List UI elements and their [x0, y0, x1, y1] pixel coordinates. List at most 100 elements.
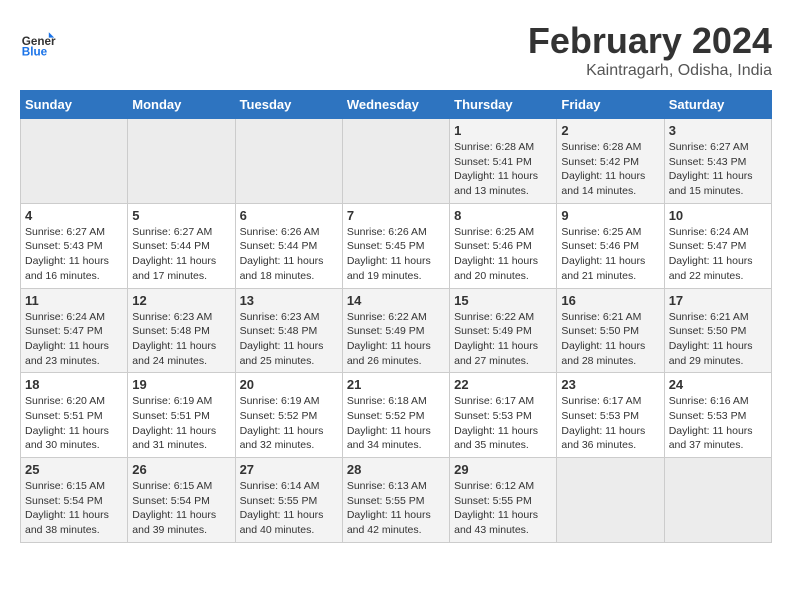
calendar-cell: 5 Sunrise: 6:27 AMSunset: 5:44 PMDaylight…: [128, 203, 235, 288]
cell-info: Sunrise: 6:19 AMSunset: 5:52 PMDaylight:…: [240, 394, 338, 453]
cell-info: Sunrise: 6:17 AMSunset: 5:53 PMDaylight:…: [561, 394, 659, 453]
day-number: 20: [240, 377, 338, 392]
cell-info: Sunrise: 6:20 AMSunset: 5:51 PMDaylight:…: [25, 394, 123, 453]
calendar-cell: 2 Sunrise: 6:28 AMSunset: 5:42 PMDaylight…: [557, 119, 664, 204]
cell-info: Sunrise: 6:23 AMSunset: 5:48 PMDaylight:…: [132, 310, 230, 369]
title-area: February 2024 Kaintragarh, Odisha, India: [528, 20, 772, 80]
calendar-cell: 15Sunrise: 6:22 AMSunset: 5:49 PMDayligh…: [450, 288, 557, 373]
cell-info: Sunrise: 6:23 AMSunset: 5:48 PMDaylight:…: [240, 310, 338, 369]
cell-info: Sunrise: 6:24 AMSunset: 5:47 PMDaylight:…: [25, 310, 123, 369]
day-number: 9: [561, 208, 659, 223]
cell-info: Sunrise: 6:16 AMSunset: 5:53 PMDaylight:…: [669, 394, 767, 453]
day-number: 22: [454, 377, 552, 392]
day-number: 2: [561, 123, 659, 138]
calendar-week-row: 18 Sunrise: 6:20 AMSunset: 5:51 PMDayligh…: [21, 373, 772, 458]
calendar-cell: 28Sunrise: 6:13 AMSunset: 5:55 PMDayligh…: [342, 458, 449, 543]
calendar-cell: [128, 119, 235, 204]
calendar-cell: 14Sunrise: 6:22 AMSunset: 5:49 PMDayligh…: [342, 288, 449, 373]
cell-info: Sunrise: 6:15 AMSunset: 5:54 PMDaylight:…: [25, 479, 123, 538]
cell-info: Sunrise: 6:21 AMSunset: 5:50 PMDaylight:…: [561, 310, 659, 369]
calendar-cell: 20 Sunrise: 6:19 AMSunset: 5:52 PMDayligh…: [235, 373, 342, 458]
calendar-week-row: 11 Sunrise: 6:24 AMSunset: 5:47 PMDayligh…: [21, 288, 772, 373]
day-number: 28: [347, 462, 445, 477]
logo-icon: General Blue: [20, 25, 56, 61]
calendar-header-row: SundayMondayTuesdayWednesdayThursdayFrid…: [21, 91, 772, 119]
cell-info: Sunrise: 6:28 AMSunset: 5:42 PMDaylight:…: [561, 140, 659, 199]
calendar-cell: 6 Sunrise: 6:26 AMSunset: 5:44 PMDaylight…: [235, 203, 342, 288]
day-number: 17: [669, 293, 767, 308]
calendar-cell: 16 Sunrise: 6:21 AMSunset: 5:50 PMDayligh…: [557, 288, 664, 373]
calendar-cell: 26 Sunrise: 6:15 AMSunset: 5:54 PMDayligh…: [128, 458, 235, 543]
cell-info: Sunrise: 6:21 AMSunset: 5:50 PMDaylight:…: [669, 310, 767, 369]
column-header-friday: Friday: [557, 91, 664, 119]
month-title: February 2024: [528, 20, 772, 62]
calendar-cell: 23 Sunrise: 6:17 AMSunset: 5:53 PMDayligh…: [557, 373, 664, 458]
day-number: 6: [240, 208, 338, 223]
calendar-cell: [557, 458, 664, 543]
day-number: 26: [132, 462, 230, 477]
calendar-cell: 1Sunrise: 6:28 AMSunset: 5:41 PMDaylight…: [450, 119, 557, 204]
day-number: 27: [240, 462, 338, 477]
day-number: 21: [347, 377, 445, 392]
calendar-cell: 22 Sunrise: 6:17 AMSunset: 5:53 PMDayligh…: [450, 373, 557, 458]
calendar-cell: 19Sunrise: 6:19 AMSunset: 5:51 PMDayligh…: [128, 373, 235, 458]
day-number: 25: [25, 462, 123, 477]
cell-info: Sunrise: 6:27 AMSunset: 5:43 PMDaylight:…: [25, 225, 123, 284]
column-header-tuesday: Tuesday: [235, 91, 342, 119]
day-number: 16: [561, 293, 659, 308]
calendar-week-row: 4 Sunrise: 6:27 AMSunset: 5:43 PMDaylight…: [21, 203, 772, 288]
calendar-table: SundayMondayTuesdayWednesdayThursdayFrid…: [20, 90, 772, 543]
column-header-saturday: Saturday: [664, 91, 771, 119]
calendar-cell: 11 Sunrise: 6:24 AMSunset: 5:47 PMDayligh…: [21, 288, 128, 373]
calendar-cell: 3Sunrise: 6:27 AMSunset: 5:43 PMDaylight…: [664, 119, 771, 204]
calendar-cell: 29Sunrise: 6:12 AMSunset: 5:55 PMDayligh…: [450, 458, 557, 543]
day-number: 3: [669, 123, 767, 138]
cell-info: Sunrise: 6:22 AMSunset: 5:49 PMDaylight:…: [454, 310, 552, 369]
calendar-cell: 27 Sunrise: 6:14 AMSunset: 5:55 PMDayligh…: [235, 458, 342, 543]
cell-info: Sunrise: 6:14 AMSunset: 5:55 PMDaylight:…: [240, 479, 338, 538]
calendar-cell: [664, 458, 771, 543]
day-number: 4: [25, 208, 123, 223]
calendar-cell: [342, 119, 449, 204]
calendar-cell: [235, 119, 342, 204]
column-header-monday: Monday: [128, 91, 235, 119]
calendar-cell: 8 Sunrise: 6:25 AMSunset: 5:46 PMDaylight…: [450, 203, 557, 288]
day-number: 5: [132, 208, 230, 223]
day-number: 8: [454, 208, 552, 223]
cell-info: Sunrise: 6:25 AMSunset: 5:46 PMDaylight:…: [561, 225, 659, 284]
day-number: 11: [25, 293, 123, 308]
svg-text:Blue: Blue: [22, 46, 48, 59]
cell-info: Sunrise: 6:17 AMSunset: 5:53 PMDaylight:…: [454, 394, 552, 453]
calendar-cell: 24 Sunrise: 6:16 AMSunset: 5:53 PMDayligh…: [664, 373, 771, 458]
calendar-cell: 25 Sunrise: 6:15 AMSunset: 5:54 PMDayligh…: [21, 458, 128, 543]
calendar-cell: 9 Sunrise: 6:25 AMSunset: 5:46 PMDaylight…: [557, 203, 664, 288]
location-title: Kaintragarh, Odisha, India: [528, 62, 772, 80]
calendar-cell: 7 Sunrise: 6:26 AMSunset: 5:45 PMDaylight…: [342, 203, 449, 288]
column-header-thursday: Thursday: [450, 91, 557, 119]
cell-info: Sunrise: 6:28 AMSunset: 5:41 PMDaylight:…: [454, 140, 552, 199]
column-header-wednesday: Wednesday: [342, 91, 449, 119]
cell-info: Sunrise: 6:27 AMSunset: 5:44 PMDaylight:…: [132, 225, 230, 284]
day-number: 23: [561, 377, 659, 392]
calendar-cell: [21, 119, 128, 204]
day-number: 13: [240, 293, 338, 308]
day-number: 14: [347, 293, 445, 308]
calendar-cell: 13 Sunrise: 6:23 AMSunset: 5:48 PMDayligh…: [235, 288, 342, 373]
calendar-cell: 21 Sunrise: 6:18 AMSunset: 5:52 PMDayligh…: [342, 373, 449, 458]
cell-info: Sunrise: 6:26 AMSunset: 5:44 PMDaylight:…: [240, 225, 338, 284]
day-number: 7: [347, 208, 445, 223]
cell-info: Sunrise: 6:25 AMSunset: 5:46 PMDaylight:…: [454, 225, 552, 284]
logo: General Blue: [20, 25, 60, 61]
day-number: 18: [25, 377, 123, 392]
column-header-sunday: Sunday: [21, 91, 128, 119]
day-number: 19: [132, 377, 230, 392]
day-number: 29: [454, 462, 552, 477]
cell-info: Sunrise: 6:26 AMSunset: 5:45 PMDaylight:…: [347, 225, 445, 284]
cell-info: Sunrise: 6:15 AMSunset: 5:54 PMDaylight:…: [132, 479, 230, 538]
calendar-cell: 18 Sunrise: 6:20 AMSunset: 5:51 PMDayligh…: [21, 373, 128, 458]
day-number: 24: [669, 377, 767, 392]
page-header: General Blue February 2024 Kaintragarh, …: [20, 20, 772, 80]
calendar-cell: 10Sunrise: 6:24 AMSunset: 5:47 PMDayligh…: [664, 203, 771, 288]
cell-info: Sunrise: 6:18 AMSunset: 5:52 PMDaylight:…: [347, 394, 445, 453]
calendar-week-row: 25 Sunrise: 6:15 AMSunset: 5:54 PMDayligh…: [21, 458, 772, 543]
